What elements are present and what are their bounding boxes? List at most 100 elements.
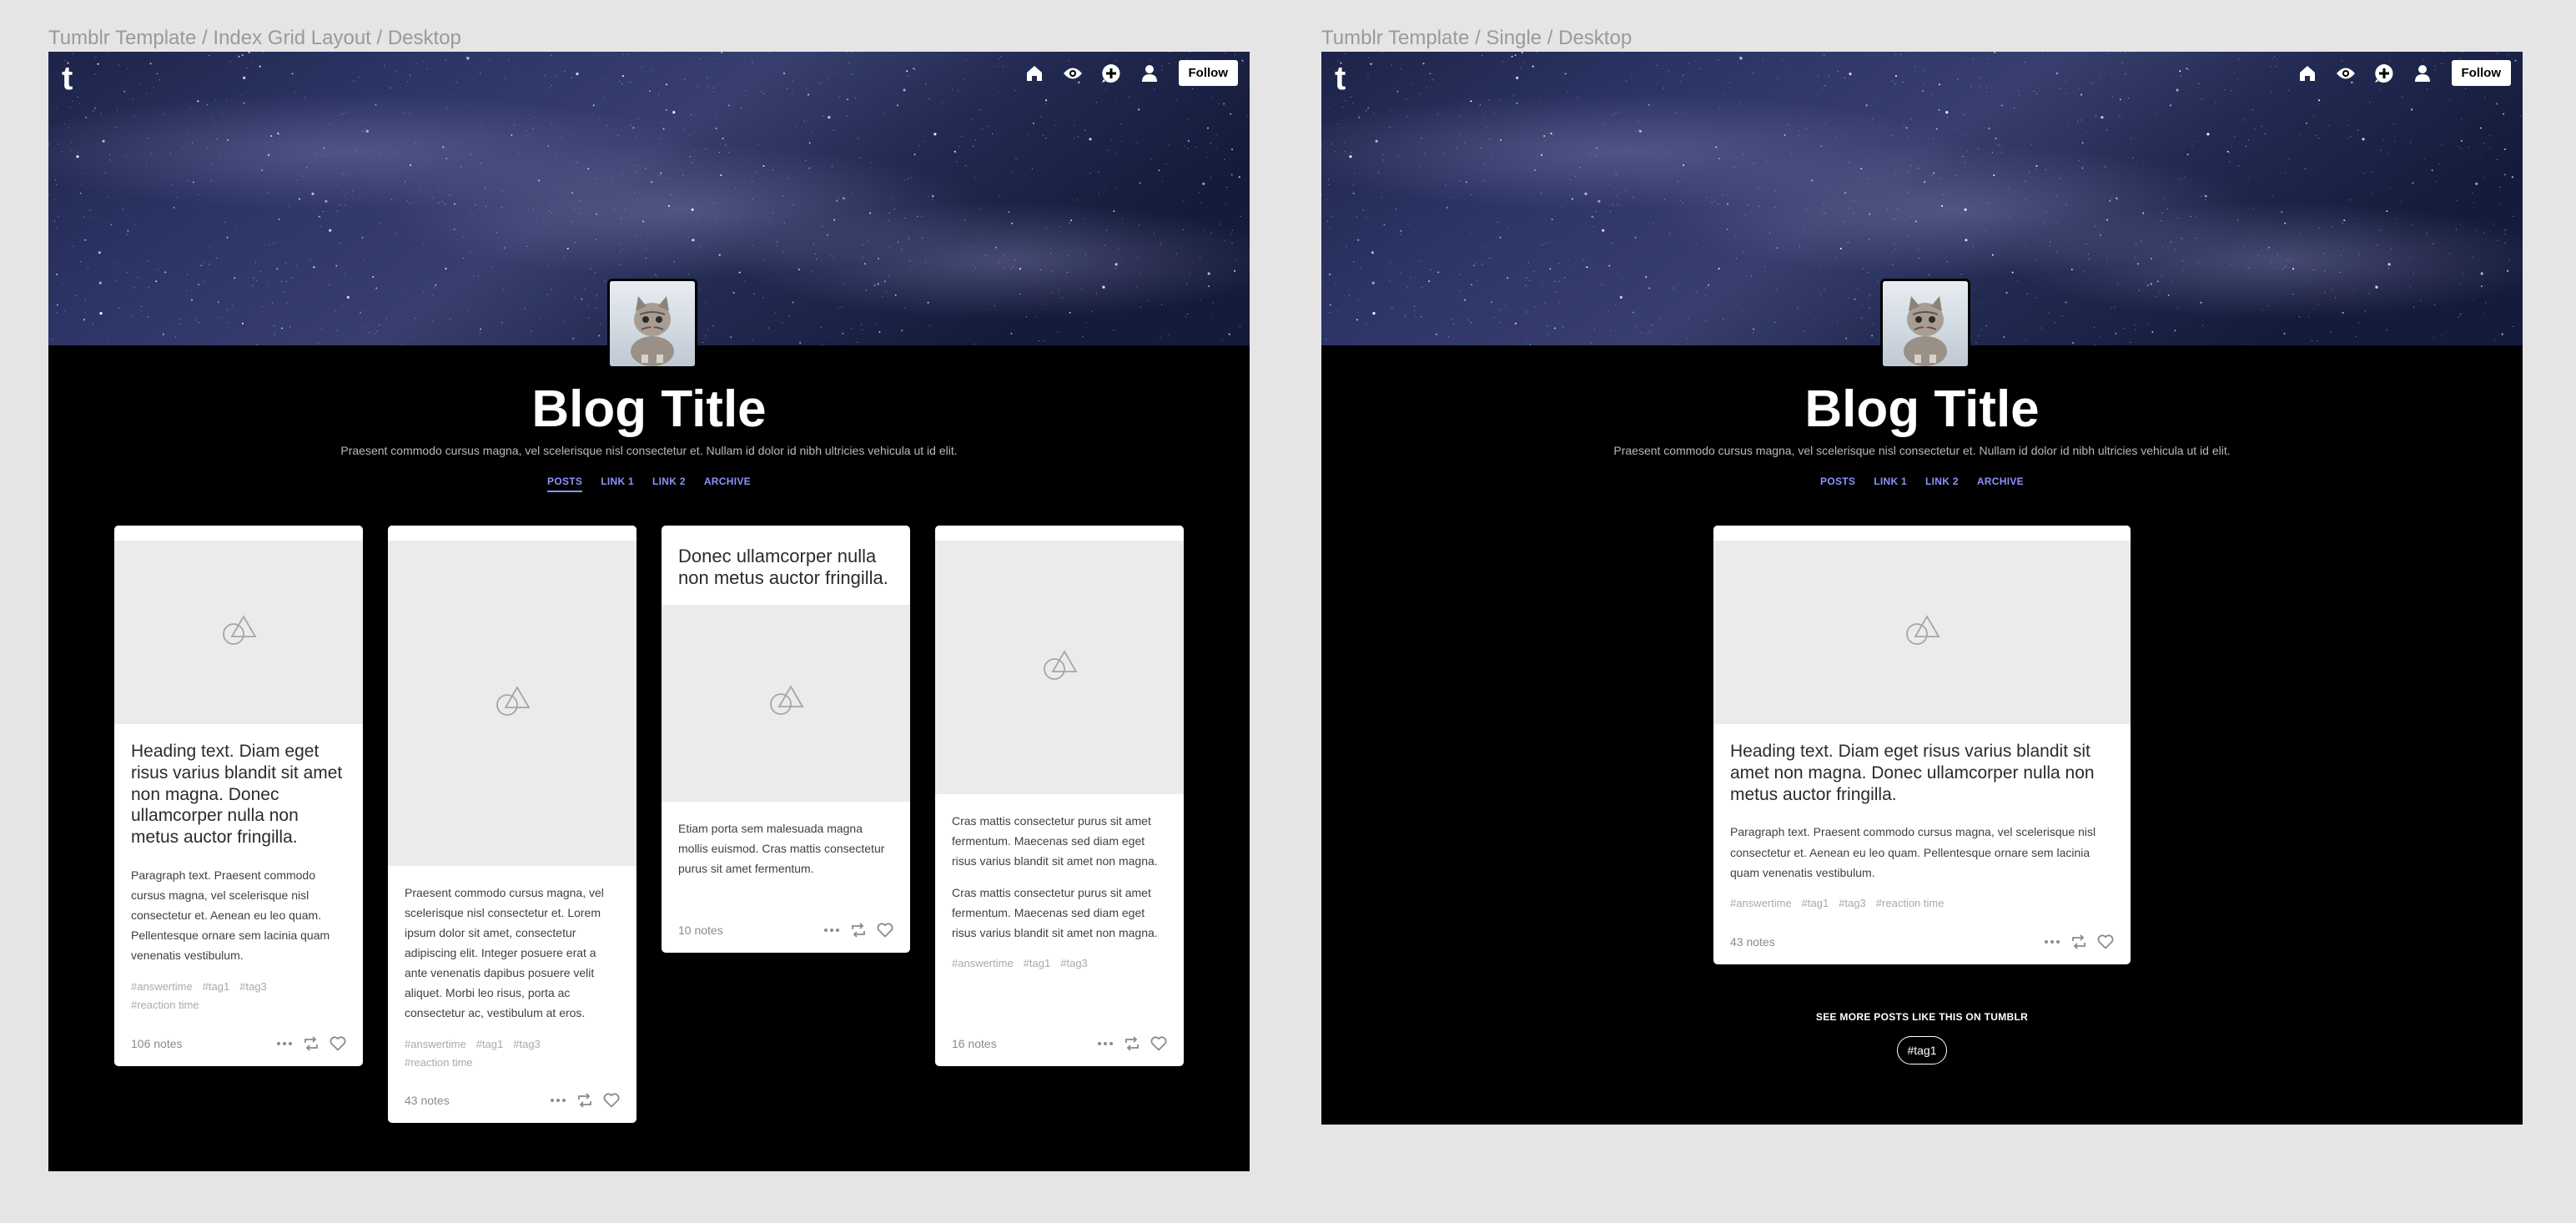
eye-icon[interactable] bbox=[2333, 61, 2358, 86]
index-grid-frame: t Follow Blog Title Praesent commodo cur… bbox=[48, 52, 1250, 1171]
post-card[interactable]: Donec ullamcorper nulla non metus auctor… bbox=[662, 526, 910, 953]
reblog-icon[interactable] bbox=[2070, 934, 2087, 949]
tag[interactable]: #reaction time bbox=[405, 1056, 473, 1069]
like-heart-icon[interactable] bbox=[2097, 934, 2114, 949]
nav-posts[interactable]: POSTS bbox=[1820, 476, 1855, 491]
more-options-icon[interactable] bbox=[1097, 1041, 1114, 1046]
blog-title: Blog Title bbox=[1804, 380, 2040, 438]
post-paragraph: Praesent commodo cursus magna, vel scele… bbox=[405, 886, 604, 1020]
tag[interactable]: #tag3 bbox=[239, 980, 267, 993]
user-icon[interactable] bbox=[2410, 61, 2435, 86]
follow-button[interactable]: Follow bbox=[2451, 60, 2511, 86]
tag[interactable]: #tag3 bbox=[1839, 897, 1866, 909]
tag[interactable]: #tag3 bbox=[513, 1038, 541, 1050]
avatar[interactable] bbox=[607, 279, 697, 369]
blog-title: Blog Title bbox=[531, 380, 767, 438]
tag[interactable]: #tag1 bbox=[1024, 957, 1051, 969]
like-heart-icon[interactable] bbox=[330, 1036, 346, 1051]
image-placeholder-icon bbox=[494, 685, 531, 722]
compose-plus-icon[interactable] bbox=[2372, 61, 2397, 86]
notes-count[interactable]: 43 notes bbox=[405, 1094, 450, 1107]
blog-navigation: POSTS LINK 1 LINK 2 ARCHIVE bbox=[1321, 476, 2523, 491]
nav-link-2[interactable]: LINK 2 bbox=[1925, 476, 1959, 491]
nav-posts[interactable]: POSTS bbox=[547, 476, 583, 492]
image-placeholder-icon bbox=[1904, 614, 1940, 652]
frame-label-single: Tumblr Template / Single / Desktop bbox=[1321, 27, 1633, 49]
tumblr-logo[interactable]: t bbox=[1335, 62, 1346, 95]
blog-navigation: POSTS LINK 1 LINK 2 ARCHIVE bbox=[48, 476, 1250, 492]
tumblr-logo[interactable]: t bbox=[62, 62, 73, 95]
tag-pill[interactable]: #tag1 bbox=[1897, 1036, 1947, 1064]
tag[interactable]: #tag3 bbox=[1060, 957, 1088, 969]
nav-archive[interactable]: ARCHIVE bbox=[1977, 476, 2024, 491]
post-footer: 10 notes bbox=[678, 923, 893, 938]
post-paragraph: Paragraph text. Praesent commodo cursus … bbox=[1730, 825, 2096, 879]
reblog-icon[interactable] bbox=[1124, 1036, 1140, 1051]
post-card[interactable]: Cras mattis consectetur purus sit amet f… bbox=[935, 526, 1184, 1066]
tag[interactable]: #reaction time bbox=[131, 999, 199, 1011]
compose-plus-icon[interactable] bbox=[1099, 61, 1124, 86]
like-heart-icon[interactable] bbox=[877, 923, 893, 938]
image-placeholder bbox=[935, 541, 1184, 794]
more-options-icon[interactable] bbox=[2044, 939, 2060, 944]
post-footer: 43 notes bbox=[1730, 934, 2114, 949]
image-placeholder bbox=[388, 541, 636, 866]
home-icon[interactable] bbox=[1022, 61, 1047, 86]
tag[interactable]: #answertime bbox=[952, 957, 1014, 969]
like-heart-icon[interactable] bbox=[1150, 1036, 1167, 1051]
more-options-icon[interactable] bbox=[276, 1041, 293, 1046]
post-tags: #answertime #tag1 #tag3 #reaction time bbox=[131, 978, 346, 1014]
follow-button[interactable]: Follow bbox=[1178, 60, 1238, 86]
post-card[interactable]: Praesent commodo cursus magna, vel scele… bbox=[388, 526, 636, 1123]
tag[interactable]: #answertime bbox=[131, 980, 193, 993]
post-paragraph: Cras mattis consectetur purus sit amet f… bbox=[952, 886, 1158, 940]
image-placeholder bbox=[114, 541, 363, 724]
image-placeholder bbox=[662, 604, 910, 802]
top-navigation: Follow bbox=[2295, 60, 2511, 86]
tag[interactable]: #answertime bbox=[1730, 897, 1792, 909]
nav-link-1[interactable]: LINK 1 bbox=[1874, 476, 1907, 491]
notes-count[interactable]: 16 notes bbox=[952, 1037, 997, 1050]
blog-description: Praesent commodo cursus magna, vel scele… bbox=[1613, 444, 2231, 457]
user-icon[interactable] bbox=[1137, 61, 1162, 86]
post-tags: #answertime #tag1 #tag3 bbox=[952, 954, 1167, 973]
frame-label-index: Tumblr Template / Index Grid Layout / De… bbox=[48, 27, 461, 49]
tag[interactable]: #tag1 bbox=[203, 980, 230, 993]
tag[interactable]: #reaction time bbox=[1876, 897, 1945, 909]
tag[interactable]: #tag1 bbox=[476, 1038, 504, 1050]
home-icon[interactable] bbox=[2295, 61, 2320, 86]
nav-link-1[interactable]: LINK 1 bbox=[601, 476, 634, 492]
more-options-icon[interactable] bbox=[823, 928, 840, 933]
nav-archive[interactable]: ARCHIVE bbox=[704, 476, 751, 492]
post-tags: #answertime #tag1 #tag3 #reaction time bbox=[1730, 894, 2114, 913]
post-card[interactable]: Heading text. Diam eget risus varius bla… bbox=[1713, 526, 2131, 964]
image-placeholder-icon bbox=[767, 684, 804, 722]
tag[interactable]: #tag1 bbox=[1802, 897, 1829, 909]
top-navigation: Follow bbox=[1022, 60, 1238, 86]
reblog-icon[interactable] bbox=[850, 923, 867, 938]
post-footer: 43 notes bbox=[405, 1093, 620, 1108]
notes-count[interactable]: 10 notes bbox=[678, 924, 723, 937]
image-placeholder bbox=[1713, 541, 2131, 724]
eye-icon[interactable] bbox=[1060, 61, 1085, 86]
post-quote: Donec ullamcorper nulla non metus auctor… bbox=[678, 546, 888, 589]
reblog-icon[interactable] bbox=[576, 1093, 593, 1108]
post-footer: 16 notes bbox=[952, 1036, 1167, 1051]
image-placeholder-icon bbox=[220, 614, 257, 652]
single-post-frame: t Follow Blog Title Praesent commodo cur… bbox=[1321, 52, 2523, 1125]
see-more-link[interactable]: SEE MORE POSTS LIKE THIS ON TUMBLR bbox=[1321, 1011, 2523, 1023]
notes-count[interactable]: 43 notes bbox=[1730, 935, 1775, 949]
reblog-icon[interactable] bbox=[303, 1036, 319, 1051]
tag[interactable]: #answertime bbox=[405, 1038, 466, 1050]
post-paragraph: Paragraph text. Praesent commodo cursus … bbox=[131, 868, 330, 963]
post-card[interactable]: Heading text. Diam eget risus varius bla… bbox=[114, 526, 363, 1066]
image-placeholder-icon bbox=[1041, 649, 1078, 687]
more-options-icon[interactable] bbox=[550, 1098, 566, 1103]
notes-count[interactable]: 106 notes bbox=[131, 1037, 183, 1050]
like-heart-icon[interactable] bbox=[603, 1093, 620, 1108]
post-paragraph: Etiam porta sem malesuada magna mollis e… bbox=[678, 821, 885, 875]
avatar[interactable] bbox=[1880, 279, 1970, 369]
blog-description: Praesent commodo cursus magna, vel scele… bbox=[340, 444, 958, 457]
nav-link-2[interactable]: LINK 2 bbox=[652, 476, 686, 492]
post-heading: Heading text. Diam eget risus varius bla… bbox=[1730, 742, 2095, 804]
